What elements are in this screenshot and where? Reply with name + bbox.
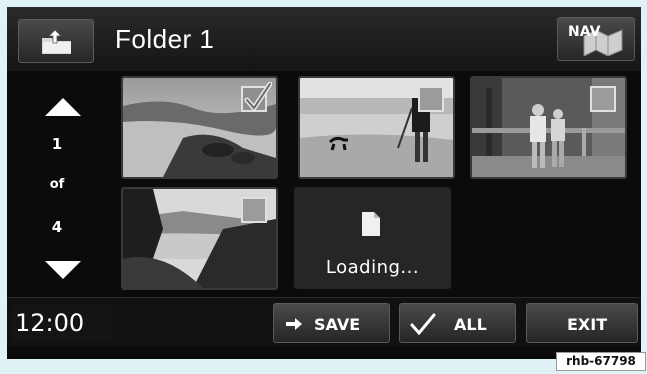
triangle-up-icon[interactable] — [45, 98, 81, 116]
photo-thumbnail-coastline[interactable] — [121, 76, 278, 179]
select-all-button[interactable]: ALL — [399, 303, 516, 343]
nav-button[interactable]: NAV — [557, 17, 635, 61]
figure-id: rhb-67798 — [556, 352, 646, 371]
photo-thumbnail-fence[interactable] — [470, 76, 627, 179]
folder-up-icon — [42, 29, 71, 54]
save-button[interactable]: SAVE — [273, 303, 390, 343]
select-checkbox[interactable] — [590, 86, 616, 112]
loading-tile: Loading... — [294, 187, 451, 289]
page-title: Folder 1 — [115, 24, 215, 54]
save-label: SAVE — [314, 315, 361, 334]
current-page: 1 — [51, 135, 63, 153]
pager: 1 of 4 — [7, 71, 115, 297]
checkmark-icon — [410, 313, 436, 335]
up-folder-button[interactable] — [18, 19, 94, 63]
exit-label: EXIT — [567, 315, 608, 334]
select-checkbox[interactable] — [418, 86, 444, 112]
arrow-right-icon — [286, 318, 302, 330]
clock[interactable]: 12:00 — [11, 305, 113, 341]
photo-thumbnail-bay[interactable] — [121, 187, 278, 290]
all-label: ALL — [454, 315, 487, 334]
exit-button[interactable]: EXIT — [526, 303, 638, 343]
bottom-bar: 12:00 SAVE ALL EXIT — [7, 297, 641, 346]
select-checkbox[interactable] — [241, 82, 272, 112]
total-pages: 4 — [51, 218, 63, 236]
top-bar: Folder 1 NAV — [7, 7, 641, 71]
of-label: of — [49, 177, 65, 192]
checkmark-icon — [244, 82, 272, 112]
nav-label: NAV — [568, 24, 601, 40]
loading-label: Loading... — [325, 257, 420, 278]
triangle-down-icon[interactable] — [45, 261, 81, 279]
document-icon — [362, 212, 380, 236]
photo-thumbnail-beach[interactable] — [298, 76, 455, 179]
media-screen: Folder 1 NAV 1 of 4 Loading... 12:00 SAV… — [7, 7, 641, 359]
select-checkbox[interactable] — [241, 197, 267, 223]
